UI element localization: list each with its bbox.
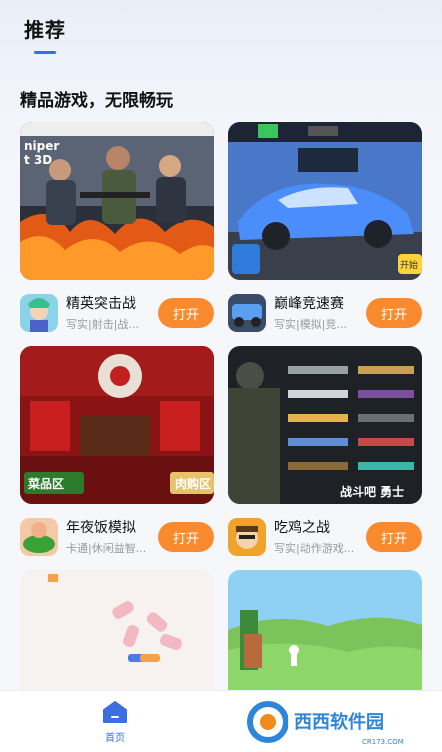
game-card[interactable]: 菜品区 肉购区 年夜饭模拟 卡通|休闲益智... 打开	[20, 346, 214, 562]
tab-home-label: 首页	[105, 733, 125, 744]
game-thumbnail[interactable]: niper t 3D	[20, 122, 214, 280]
tab-home[interactable]: 首页	[98, 701, 132, 744]
watermark-text: 西西软件园	[294, 711, 384, 733]
game-icon[interactable]	[228, 294, 266, 332]
game-thumbnail[interactable]	[228, 570, 422, 690]
game-icon[interactable]	[228, 518, 266, 556]
open-button[interactable]: 打开	[366, 298, 422, 328]
game-card[interactable]: niper t 3D 精英突击战 写实|射击|战... 打开	[20, 122, 214, 338]
open-button[interactable]: 打开	[158, 298, 214, 328]
game-card[interactable]: 战斗吧 勇士 吃鸡之战 写实|动作游戏... 打开	[228, 346, 422, 562]
thumb-text: niper	[24, 139, 59, 153]
watermark-url: CR173.COM	[362, 738, 404, 746]
open-button[interactable]: 打开	[158, 522, 214, 552]
open-button[interactable]: 打开	[366, 522, 422, 552]
game-tags: 写实|射击|战...	[66, 318, 139, 331]
game-card[interactable]	[228, 570, 422, 690]
title-underline	[34, 51, 56, 54]
thumb-text: 开始	[400, 259, 418, 271]
svg-text:t 3D: t 3D	[24, 153, 52, 167]
game-name: 吃鸡之战	[274, 520, 330, 536]
page-title: 推荐	[24, 18, 66, 42]
game-thumbnail[interactable]: 菜品区 肉购区	[20, 346, 214, 504]
game-tags: 写实|动作游戏...	[274, 542, 355, 555]
watermark: 西西软件园 CR173.COM	[246, 700, 442, 746]
game-tags: 写实|模拟|竞...	[274, 318, 347, 331]
section-title: 精品游戏，无限畅玩	[20, 91, 173, 111]
game-tags: 卡通|休闲益智...	[66, 542, 147, 555]
game-thumbnail[interactable]: 开始	[228, 122, 422, 280]
thumb-label: 菜品区	[27, 476, 64, 491]
game-thumbnail[interactable]	[20, 570, 214, 690]
thumb-label: 肉购区	[175, 476, 211, 491]
game-name: 精英突击战	[66, 296, 136, 312]
page-header: 推荐	[24, 14, 66, 54]
thumb-label: 战斗吧 勇士	[340, 484, 404, 499]
game-name: 巅峰竞速赛	[274, 296, 344, 312]
game-name: 年夜饭模拟	[66, 520, 136, 536]
game-icon[interactable]	[20, 518, 58, 556]
game-card[interactable]: 开始 巅峰竞速赛 写实|模拟|竞... 打开	[228, 122, 422, 338]
game-icon[interactable]	[20, 294, 58, 332]
game-card[interactable]	[20, 570, 214, 690]
home-icon	[103, 701, 127, 723]
game-thumbnail[interactable]: 战斗吧 勇士	[228, 346, 422, 504]
